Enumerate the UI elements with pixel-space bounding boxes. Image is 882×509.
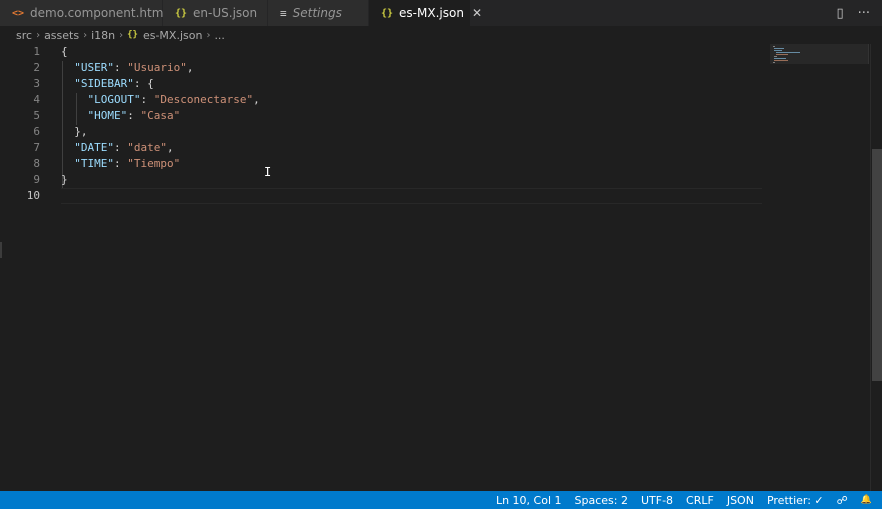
eol-status[interactable]: CRLF [686,494,714,507]
punctuation: : { [133,77,154,90]
code-area[interactable]: { "USER": "Usuario", "SIDEBAR": { "LOGOU… [61,44,762,204]
status-bar: Ln 10, Col 1 Spaces: 2 UTF-8 CRLF JSON P… [0,491,882,509]
punctuation: }, [61,125,88,138]
html-file-icon: <> [12,7,25,19]
bell-icon[interactable]: 🔔 [861,495,872,505]
punctuation [61,141,74,154]
punctuation [61,157,74,170]
json-file-icon: {} [381,7,394,19]
tab-es-mx-json[interactable]: {} es-MX.json ✕ [369,0,482,26]
code-line[interactable]: "DATE": "date", [61,140,762,156]
line-number: 1 [33,45,40,58]
punctuation: : [114,141,128,154]
breadcrumb-item-file[interactable]: es-MX.json [143,29,202,42]
breadcrumb: src › assets › i18n › {} es-MX.json › ..… [0,26,870,44]
split-editor-icon[interactable]: ▯ [836,6,843,21]
line-number: 7 [33,141,40,154]
more-actions-icon[interactable]: ··· [858,6,870,21]
json-key: "SIDEBAR" [74,77,134,90]
code-line[interactable]: "LOGOUT": "Desconectarse", [61,92,762,108]
punctuation [61,77,74,90]
scrollbar-thumb[interactable] [872,149,882,381]
code-line[interactable]: "TIME": "Tiempo" [61,156,762,172]
tab-label: Settings [292,6,342,20]
code-line[interactable]: { [61,44,762,60]
tab-bar: <> demo.component.html {} en-US.json ≡ S… [0,0,882,26]
tab-en-us-json[interactable]: {} en-US.json [163,0,268,26]
line-number: 3 [33,77,40,90]
indentation-status[interactable]: Spaces: 2 [575,494,628,507]
encoding-status[interactable]: UTF-8 [641,494,673,507]
breadcrumb-item-i18n[interactable]: i18n [91,29,115,42]
code-line[interactable]: "SIDEBAR": { [61,76,762,92]
json-string: "date" [127,141,167,154]
tab-label: es-MX.json [399,6,464,20]
code-line[interactable]: "USER": "Usuario", [61,60,762,76]
code-line[interactable]: }, [61,124,762,140]
json-string: "Casa" [140,109,181,122]
tab-demo-component-html[interactable]: <> demo.component.html [0,0,167,26]
code-line[interactable] [61,188,762,204]
line-number: 4 [33,93,40,106]
line-number: 10 [26,189,40,202]
editor-actions: ▯ ··· [822,0,882,26]
breadcrumb-item-assets[interactable]: assets [44,29,79,42]
punctuation: : [114,61,128,74]
json-file-icon: {} [127,30,138,40]
chevron-right-icon: › [119,29,124,41]
punctuation: : [140,93,154,106]
json-string: "Tiempo" [127,157,181,170]
line-number-gutter: 1 2 3 4 5 6 7 8 9 10 [0,44,48,204]
punctuation: } [61,173,68,186]
punctuation: : [127,109,141,122]
punctuation: : [114,157,128,170]
line-number: 6 [33,125,40,138]
punctuation: , [253,93,260,106]
json-file-icon: {} [175,7,188,19]
chevron-right-icon: › [36,29,41,41]
line-number: 2 [33,61,40,74]
code-line[interactable]: } [61,172,762,188]
json-string: "Usuario" [127,61,187,74]
line-number: 9 [33,173,40,186]
prettier-status[interactable]: Prettier: ✓ [767,494,824,507]
json-key: "DATE" [74,141,114,154]
settings-file-icon: ≡ [280,6,287,20]
line-number: 8 [33,157,40,170]
punctuation: , [167,141,174,154]
code-line[interactable]: "HOME": "Casa" [61,108,762,124]
tab-settings[interactable]: ≡ Settings [268,0,369,26]
json-key: "LOGOUT" [87,93,141,106]
json-key: "HOME" [87,109,128,122]
tab-label: demo.component.html [30,6,167,20]
close-icon[interactable]: ✕ [472,6,482,20]
json-string: "Desconectarse" [153,93,254,106]
tab-label: en-US.json [193,6,258,20]
json-key: "USER" [74,61,114,74]
feedback-icon[interactable]: ☍ [837,494,848,507]
punctuation: { [61,45,68,58]
line-number: 5 [33,109,40,122]
chevron-right-icon: › [206,29,211,41]
sash-handle[interactable] [0,242,2,258]
breadcrumb-item-symbols[interactable]: ... [214,29,225,42]
chevron-right-icon: › [83,29,88,41]
punctuation [61,93,88,106]
vscode-window: <> demo.component.html {} en-US.json ≡ S… [0,0,882,509]
minimap-border [868,44,869,64]
minimap[interactable] [770,44,868,64]
cursor-position[interactable]: Ln 10, Col 1 [496,494,562,507]
punctuation: , [186,61,194,74]
code-editor[interactable]: 1 2 3 4 5 6 7 8 9 10 { "USER": "Usuario", "SIDEBA… [0,44,870,491]
breadcrumb-item-src[interactable]: src [16,29,32,42]
punctuation [61,109,88,122]
language-mode[interactable]: JSON [727,494,754,507]
mouse-text-cursor-icon: I [264,165,272,179]
punctuation [61,61,74,74]
vertical-scrollbar[interactable] [870,44,882,491]
json-key: "TIME" [74,157,114,170]
